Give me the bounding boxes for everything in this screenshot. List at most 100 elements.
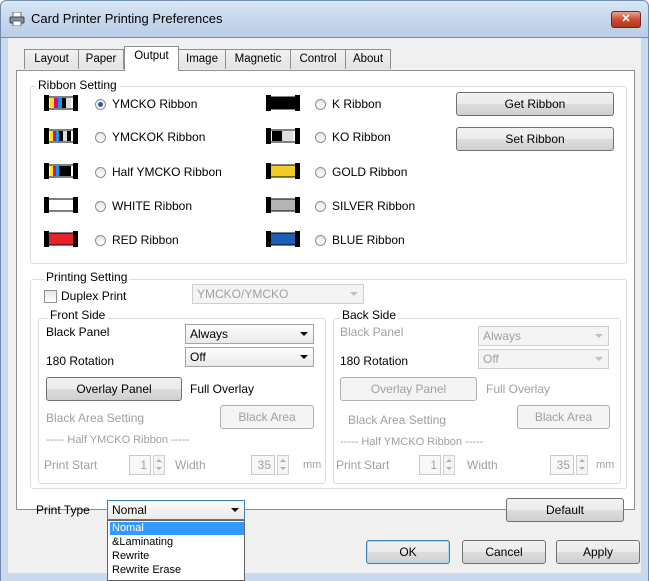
k-ribbon-icon: [266, 95, 300, 111]
front-width-field[interactable]: 35: [251, 455, 275, 475]
red-ribbon-radio[interactable]: [95, 235, 106, 246]
front-overlay-panel-button[interactable]: Overlay Panel: [46, 377, 182, 401]
apply-button[interactable]: Apply: [556, 540, 640, 564]
silver-ribbon-icon: [266, 197, 300, 213]
set-ribbon-button[interactable]: Set Ribbon: [456, 127, 614, 151]
back-rotation-label: 180 Rotation: [340, 354, 409, 368]
print-type-option[interactable]: Rewrite: [110, 550, 244, 563]
k-ribbon-radio[interactable]: [315, 99, 326, 110]
front-rotation-value: Off: [190, 350, 206, 364]
ymcko-ribbon-icon: [44, 95, 78, 111]
close-button[interactable]: ✕: [611, 11, 641, 28]
ko-ribbon-label: KO Ribbon: [332, 130, 391, 144]
tab-label: Paper: [85, 53, 117, 65]
half-ymcko-ribbon-icon: [44, 163, 78, 179]
back-print-start-spinner[interactable]: [443, 455, 455, 475]
ko-ribbon-icon: [266, 128, 300, 144]
front-side-legend: Front Side: [48, 308, 108, 322]
front-print-start-field[interactable]: 1: [129, 455, 151, 475]
front-print-start-label: Print Start: [44, 458, 98, 472]
tab-control[interactable]: Control: [290, 49, 346, 69]
print-type-label: Print Type: [36, 503, 90, 517]
front-unit-label: mm: [303, 459, 322, 471]
duplex-mode-value: YMCKO/YMCKO: [197, 287, 289, 301]
back-black-area-setting-label: Black Area Setting: [348, 413, 447, 427]
tab-about[interactable]: About: [345, 49, 391, 69]
printing-setting-legend: Printing Setting: [44, 270, 130, 284]
back-black-panel-label: Black Panel: [340, 325, 404, 339]
tab-label: Control: [299, 53, 337, 65]
silver-ribbon-label: SILVER Ribbon: [332, 199, 416, 213]
gold-ribbon-icon: [266, 163, 300, 179]
front-black-panel-select[interactable]: Always: [185, 324, 314, 344]
duplex-print-label: Duplex Print: [61, 289, 127, 303]
half-ymcko-ribbon-label: Half YMCKO Ribbon: [112, 165, 222, 179]
ymckok-ribbon-radio[interactable]: [95, 132, 106, 143]
back-black-area-button[interactable]: Black Area: [517, 405, 610, 429]
front-black-panel-label: Black Panel: [46, 325, 110, 339]
print-type-option[interactable]: &Laminating: [110, 536, 244, 549]
printing-preferences-window: Card Printer Printing Preferences ✕ Layo…: [0, 0, 649, 581]
tab-magnetic[interactable]: Magnetic: [225, 49, 291, 69]
chevron-down-icon: [300, 332, 308, 336]
gold-ribbon-radio[interactable]: [315, 167, 326, 178]
ok-button[interactable]: OK: [366, 540, 450, 564]
title-bar[interactable]: Card Printer Printing Preferences ✕: [0, 0, 649, 38]
back-rotation-select[interactable]: Off: [478, 349, 609, 369]
tab-label: Image: [186, 53, 218, 65]
close-icon: ✕: [621, 13, 631, 25]
default-button[interactable]: Default: [506, 498, 624, 522]
duplex-mode-select[interactable]: YMCKO/YMCKO: [192, 284, 364, 304]
chevron-down-icon: [300, 355, 308, 359]
print-type-option[interactable]: Rewrite Erase: [110, 564, 244, 577]
k-ribbon-label: K Ribbon: [332, 97, 382, 111]
back-black-panel-value: Always: [483, 329, 522, 343]
silver-ribbon-radio[interactable]: [315, 201, 326, 212]
tab-layout[interactable]: Layout: [24, 49, 79, 69]
tab-label: Layout: [34, 53, 69, 65]
back-black-panel-select[interactable]: Always: [478, 326, 609, 346]
tab-label: Output: [134, 50, 169, 62]
tab-paper[interactable]: Paper: [78, 49, 124, 69]
chevron-down-icon: [231, 508, 239, 512]
cancel-button[interactable]: Cancel: [462, 540, 546, 564]
gold-ribbon-label: GOLD Ribbon: [332, 165, 408, 179]
back-unit-label: mm: [596, 459, 615, 471]
chevron-down-icon: [350, 292, 358, 296]
tab-label: Magnetic: [234, 53, 282, 65]
front-black-panel-value: Always: [190, 327, 229, 341]
tab-image[interactable]: Image: [178, 49, 226, 69]
back-width-spinner[interactable]: [576, 455, 588, 475]
back-overlay-panel-button[interactable]: Overlay Panel: [340, 377, 477, 401]
ymcko-ribbon-label: YMCKO Ribbon: [112, 97, 198, 111]
duplex-print-checkbox[interactable]: [44, 290, 57, 303]
back-width-field[interactable]: 35: [550, 455, 574, 475]
white-ribbon-icon: [44, 197, 78, 213]
printer-icon: [9, 12, 25, 26]
white-ribbon-label: WHITE Ribbon: [112, 199, 193, 213]
ymckok-ribbon-label: YMCKOK Ribbon: [112, 130, 206, 144]
ribbon-setting-legend: Ribbon Setting: [36, 78, 119, 92]
ymcko-ribbon-radio[interactable]: [95, 99, 106, 110]
front-print-start-spinner[interactable]: [153, 455, 165, 475]
blue-ribbon-radio[interactable]: [315, 235, 326, 246]
front-black-area-setting-label: Black Area Setting: [46, 411, 145, 425]
tab-output[interactable]: Output: [124, 46, 179, 71]
chevron-down-icon: [595, 357, 603, 361]
front-width-spinner[interactable]: [277, 455, 289, 475]
print-type-value: Nomal: [112, 503, 147, 517]
back-half-ribbon-label: ----- Half YMCKO Ribbon -----: [340, 436, 484, 448]
ko-ribbon-radio[interactable]: [315, 132, 326, 143]
get-ribbon-button[interactable]: Get Ribbon: [456, 92, 614, 116]
back-print-start-label: Print Start: [336, 458, 390, 472]
front-black-area-button[interactable]: Black Area: [220, 405, 314, 429]
chevron-down-icon: [595, 334, 603, 338]
half-ymcko-ribbon-radio[interactable]: [95, 167, 106, 178]
front-rotation-select[interactable]: Off: [185, 347, 314, 367]
back-overlay-value: Full Overlay: [486, 382, 551, 396]
white-ribbon-radio[interactable]: [95, 201, 106, 212]
print-type-select[interactable]: Nomal: [107, 500, 245, 520]
print-type-option[interactable]: Nomal: [110, 522, 244, 535]
tab-label: About: [352, 53, 384, 65]
back-print-start-field[interactable]: 1: [419, 455, 441, 475]
